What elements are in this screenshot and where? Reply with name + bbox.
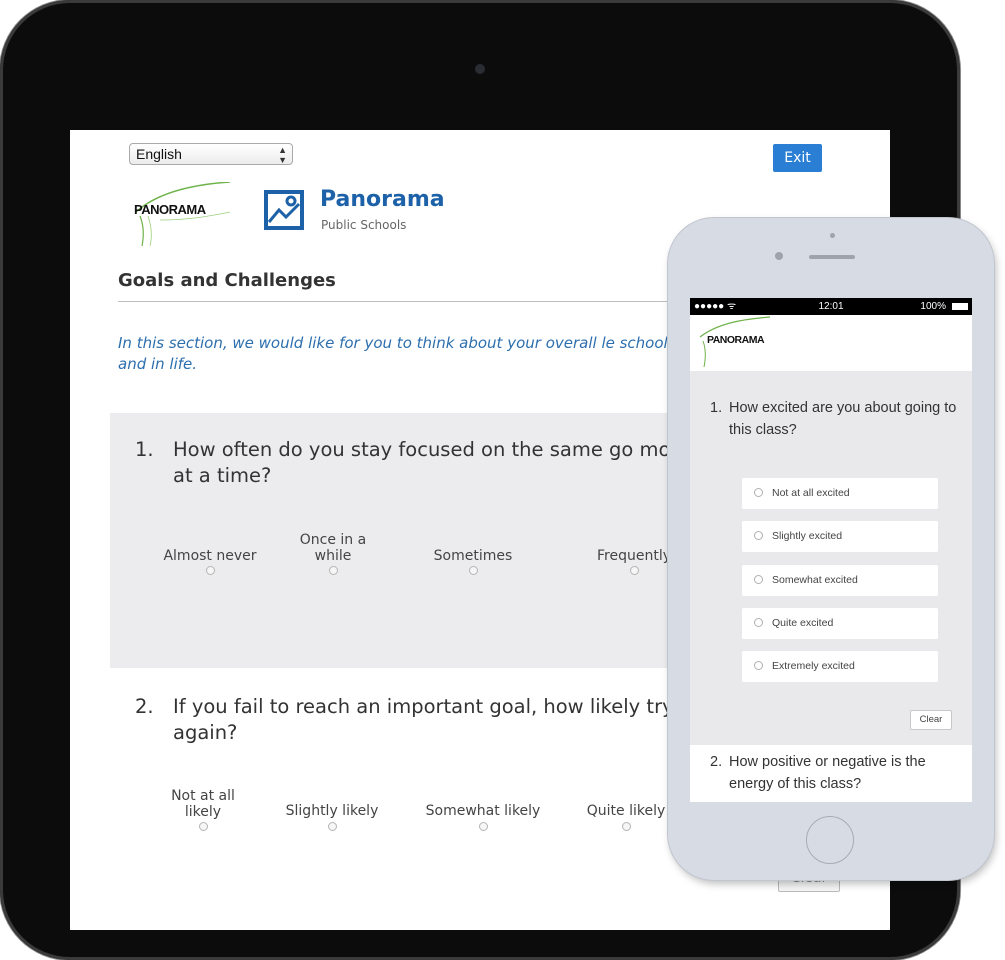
phone-option-label: Quite excited	[772, 617, 834, 629]
home-button[interactable]	[806, 816, 854, 864]
option-label: Not at all likely	[171, 788, 235, 820]
radio-empty-icon[interactable]	[329, 566, 338, 575]
battery-icon	[952, 303, 968, 310]
section-intro: In this section, we would like for you t…	[118, 334, 668, 373]
phone-question-2-panel: 2. How positive or negative is the energ…	[690, 745, 972, 802]
language-select-value: English	[136, 146, 182, 162]
radio-empty-icon	[754, 661, 763, 670]
phone-sensor	[775, 252, 783, 260]
up-down-arrows-icon: ▲ ▼	[278, 145, 287, 165]
section-divider	[118, 301, 758, 302]
radio-empty-icon[interactable]	[479, 822, 488, 831]
panorama-education-logo: PANORAMA	[130, 181, 240, 248]
question-number: 1.	[710, 400, 723, 416]
tablet-camera	[475, 64, 485, 74]
question-text: How often do you stay focused on the sam…	[173, 438, 713, 487]
radio-empty-icon[interactable]	[206, 566, 215, 575]
option-label: Somewhat likely	[425, 803, 541, 819]
radio-empty-icon[interactable]	[199, 822, 208, 831]
phone-screen: ●●●●● ᯤ 12:01 100% PANORAMA 1. How excit…	[690, 298, 972, 802]
school-name: Panorama	[320, 187, 445, 212]
language-select[interactable]: English ▲ ▼	[129, 143, 293, 165]
panorama-logo-text: PANORAMA	[134, 202, 206, 217]
panorama-logo-text: PANORAMA	[707, 334, 765, 346]
option-label: Almost never	[163, 548, 257, 564]
phone-option-label: Not at all excited	[772, 487, 850, 499]
question-number: 2.	[710, 754, 723, 770]
option-label: Slightly likely	[285, 803, 379, 819]
option-label: Sometimes	[433, 548, 513, 564]
phone-option[interactable]: Somewhat excited	[742, 565, 938, 596]
status-bar: ●●●●● ᯤ 12:01 100%	[690, 298, 972, 315]
phone-option-label: Somewhat excited	[772, 574, 858, 586]
phone-camera	[830, 233, 835, 238]
question-number: 2.	[135, 695, 154, 718]
phone-speaker	[809, 255, 855, 259]
image-frame-icon	[264, 190, 304, 230]
radio-empty-icon[interactable]	[622, 822, 631, 831]
radio-empty-icon	[754, 575, 763, 584]
exit-button[interactable]: Exit	[773, 144, 822, 172]
radio-empty-icon[interactable]	[630, 566, 639, 575]
school-subtitle: Public Schools	[321, 218, 407, 232]
phone-option[interactable]: Extremely excited	[742, 651, 938, 682]
phone-option[interactable]: Slightly excited	[742, 521, 938, 552]
battery-percent: 100%	[920, 301, 946, 312]
question-text: If you fail to reach an important goal, …	[173, 695, 674, 744]
radio-empty-icon[interactable]	[469, 566, 478, 575]
question-text: How positive or negative is the energy o…	[729, 754, 926, 792]
phone-option[interactable]: Not at all excited	[742, 478, 938, 509]
question-number: 1.	[135, 438, 154, 461]
radio-empty-icon	[754, 618, 763, 627]
radio-empty-icon[interactable]	[328, 822, 337, 831]
radio-empty-icon	[754, 531, 763, 540]
question-text: How excited are you about going to this …	[729, 400, 957, 438]
section-title: Goals and Challenges	[118, 270, 336, 291]
phone-option-label: Slightly excited	[772, 530, 843, 542]
phone-option-label: Extremely excited	[772, 660, 855, 672]
phone-option[interactable]: Quite excited	[742, 608, 938, 639]
phone-device: ●●●●● ᯤ 12:01 100% PANORAMA 1. How excit…	[668, 218, 994, 880]
radio-empty-icon	[754, 488, 763, 497]
option-label: Once in a while	[299, 532, 367, 564]
phone-header: PANORAMA	[690, 315, 972, 371]
phone-clear-button[interactable]: Clear	[910, 710, 952, 730]
